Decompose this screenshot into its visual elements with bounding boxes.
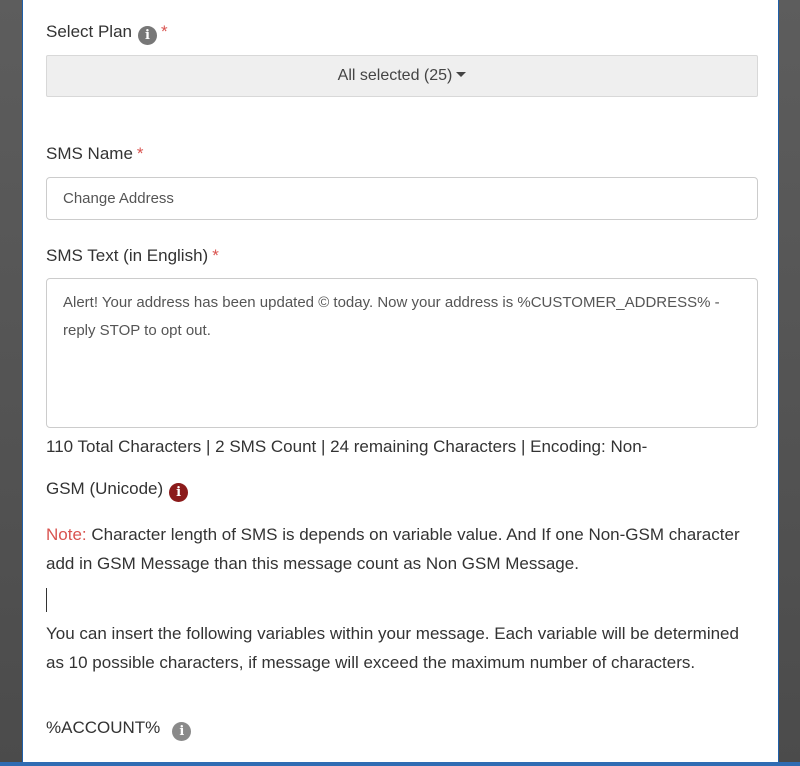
note-text: Note: Character length of SMS is depends… [46, 520, 758, 578]
required-mark: * [136, 144, 144, 163]
select-plan-label: Select Plan i * [46, 22, 168, 45]
variable-name: %ACCOUNT% [46, 718, 161, 737]
character-counter-line1: 110 Total Characters | 2 SMS Count | 24 … [46, 437, 648, 456]
caret-down-icon [456, 72, 467, 77]
modal-backdrop-left [0, 0, 22, 766]
info-icon[interactable]: i [138, 26, 157, 45]
sms-text-label: SMS Text (in English) * [46, 246, 219, 266]
select-plan-label-text: Select Plan [46, 22, 132, 41]
sms-name-label: SMS Name * [46, 144, 144, 164]
note-body: Character length of SMS is depends on va… [46, 525, 740, 573]
modal-backdrop-right [778, 0, 800, 766]
note-prefix: Note: [46, 525, 87, 544]
character-counter-line2: GSM (Unicode) i [46, 474, 758, 503]
variables-help-text: You can insert the following variables w… [46, 624, 739, 672]
sms-name-input[interactable] [46, 177, 758, 220]
variable-item[interactable]: %ACCOUNT% i [46, 713, 758, 742]
character-counter: 110 Total Characters | 2 SMS Count | 24 … [46, 432, 758, 503]
sms-template-modal: Select Plan i * All selected (25) SMS Name… [22, 0, 779, 766]
info-icon[interactable]: i [172, 722, 192, 741]
bottom-border [0, 762, 800, 766]
sms-text-textarea[interactable]: Alert! Your address has been updated © t… [46, 278, 758, 428]
select-plan-dropdown[interactable]: All selected (25) [46, 55, 758, 97]
text-cursor [46, 588, 47, 612]
select-plan-value: All selected (25) [337, 67, 453, 84]
sms-name-label-text: SMS Name [46, 144, 133, 163]
info-icon[interactable]: i [169, 483, 189, 502]
required-mark: * [161, 22, 168, 41]
encoding-text: GSM (Unicode) [46, 479, 164, 498]
required-mark: * [212, 246, 219, 265]
sms-text-label-text: SMS Text (in English) [46, 246, 209, 265]
